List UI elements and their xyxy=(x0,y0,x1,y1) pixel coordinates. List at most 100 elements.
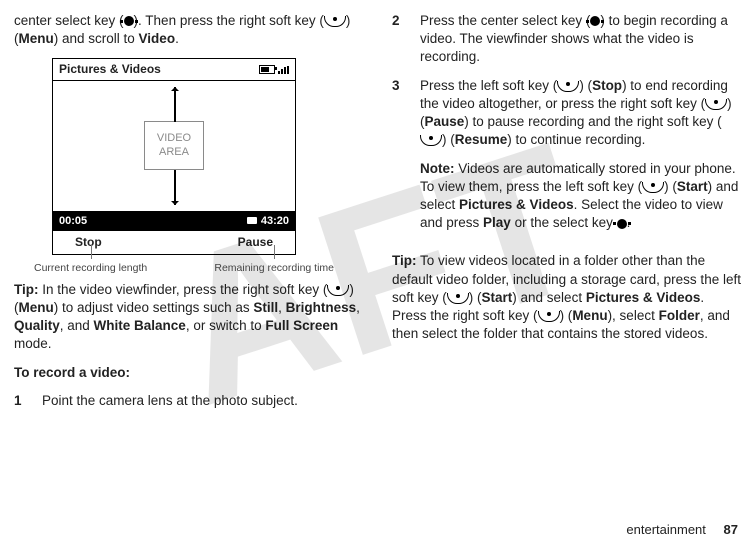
left-soft-key-icon xyxy=(447,293,469,304)
video-area-line1: VIDEO xyxy=(157,132,191,145)
arrow-down-icon xyxy=(174,170,176,205)
fullscreen-label: Full Screen xyxy=(265,318,338,333)
text: ) ( xyxy=(560,308,573,323)
step-3: 3 Press the left soft key () (Stop) to e… xyxy=(392,77,742,243)
right-soft-key-icon xyxy=(538,311,560,322)
text: ) to continue recording. xyxy=(507,132,645,147)
step-number: 3 xyxy=(392,77,406,243)
video-label: Video xyxy=(139,31,176,46)
phone-time-bar: 00:05 43:20 xyxy=(52,212,296,232)
menu-label: Menu xyxy=(19,300,54,315)
pictures-videos-label: Pictures & Videos xyxy=(459,197,574,212)
start-label: Start xyxy=(482,290,513,305)
left-soft-key-icon xyxy=(642,182,664,193)
text: ), select xyxy=(608,308,659,323)
menu-label: Menu xyxy=(19,31,54,46)
text: Press the left soft key ( xyxy=(420,78,557,93)
footer-page-number: 87 xyxy=(724,522,738,537)
resume-label: Resume xyxy=(455,132,508,147)
note-label: Note: xyxy=(420,161,455,176)
phone-title-text: Pictures & Videos xyxy=(59,61,161,77)
brightness-label: Brightness xyxy=(286,300,357,315)
phone-mock: Pictures & Videos VIDEO AREA 00:05 xyxy=(52,58,296,254)
start-label: Start xyxy=(677,179,708,194)
step-body: Point the camera lens at the photo subje… xyxy=(42,392,364,410)
elapsed-time: 00:05 xyxy=(59,214,87,229)
caption-right: Remaining recording time xyxy=(214,261,334,275)
tip-label: Tip: xyxy=(14,282,39,297)
step-2: 2 Press the center select key () to begi… xyxy=(392,12,742,67)
text: Press the center select key ( xyxy=(420,13,590,28)
text: ) ( xyxy=(579,78,592,93)
text: , xyxy=(356,300,360,315)
step-number: 1 xyxy=(14,392,28,410)
signal-icon xyxy=(278,66,289,74)
step-body: Press the left soft key () (Stop) to end… xyxy=(420,77,742,243)
text: ) to adjust video settings such as xyxy=(54,300,254,315)
text: ) and scroll to xyxy=(54,31,139,46)
play-label: Play xyxy=(483,215,511,230)
tip-paragraph: Tip: In the video viewfinder, press the … xyxy=(14,281,364,354)
step-1: 1 Point the camera lens at the photo sub… xyxy=(14,392,364,410)
center-select-key-icon xyxy=(590,16,600,26)
pause-label: Pause xyxy=(425,114,465,129)
arrow-up-icon xyxy=(174,87,176,122)
softkey-right-label: Pause xyxy=(238,234,273,250)
center-select-key-icon xyxy=(124,16,134,26)
text: ) to pause recording and the right soft … xyxy=(464,114,721,129)
text: , and xyxy=(60,318,94,333)
text: ) ( xyxy=(469,290,482,305)
text: , or switch to xyxy=(186,318,266,333)
text: . xyxy=(175,31,179,46)
memory-card-icon xyxy=(247,217,257,224)
video-area-box: VIDEO AREA xyxy=(144,121,204,169)
text: , xyxy=(278,300,286,315)
right-column: 2 Press the center select key () to begi… xyxy=(392,12,742,420)
phone-titlebar: Pictures & Videos xyxy=(52,58,296,79)
stop-label: Stop xyxy=(592,78,622,93)
remaining-wrap: 43:20 xyxy=(247,214,289,229)
step-body: Press the center select key () to begin … xyxy=(420,12,742,67)
right-soft-key-icon xyxy=(327,285,349,296)
left-column: center select key ( ). Then press the rig… xyxy=(14,12,364,420)
text: In the video viewfinder, press the right… xyxy=(39,282,328,297)
tip2-paragraph: Tip: To view videos located in a folder … xyxy=(392,252,742,343)
figure-captions: Current recording length Remaining recor… xyxy=(34,261,334,275)
softkey-left-label: Stop xyxy=(75,234,102,250)
text: ) ( xyxy=(664,179,677,194)
remaining-time: 43:20 xyxy=(261,215,289,227)
record-heading: To record a video: xyxy=(14,364,364,382)
text: ). Then press the right soft key ( xyxy=(134,13,324,28)
footer-section: entertainment xyxy=(626,522,706,537)
text: or the select key xyxy=(511,215,617,230)
pictures-videos-label: Pictures & Videos xyxy=(586,290,701,305)
viewfinder-figure: Pictures & Videos VIDEO AREA 00:05 xyxy=(52,58,364,274)
status-icons xyxy=(259,65,289,74)
step3-note: Note: Videos are automatically stored in… xyxy=(420,160,742,233)
step-number: 2 xyxy=(392,12,406,67)
right-soft-key-icon xyxy=(420,135,442,146)
caption-left: Current recording length xyxy=(34,261,147,275)
video-area-line2: AREA xyxy=(157,146,191,159)
folder-label: Folder xyxy=(659,308,700,323)
whitebalance-label: White Balance xyxy=(94,318,186,333)
page-footer: entertainment 87 xyxy=(626,521,738,539)
battery-icon xyxy=(259,65,275,74)
tip-label: Tip: xyxy=(392,253,417,268)
text: ) and select xyxy=(512,290,586,305)
right-soft-key-icon xyxy=(324,16,346,27)
right-soft-key-icon xyxy=(705,99,727,110)
phone-viewport: VIDEO AREA xyxy=(52,80,296,212)
text: mode. xyxy=(14,336,52,351)
menu-label: Menu xyxy=(572,308,607,323)
quality-label: Quality xyxy=(14,318,60,333)
phone-softkey-bar: Stop Pause xyxy=(52,231,296,254)
step3-main: Press the left soft key () (Stop) to end… xyxy=(420,77,742,150)
still-label: Still xyxy=(253,300,278,315)
left-soft-key-icon xyxy=(557,81,579,92)
intro-paragraph: center select key ( ). Then press the rig… xyxy=(14,12,364,48)
center-select-key-icon xyxy=(617,219,627,229)
text: ) ( xyxy=(442,132,455,147)
content-columns: center select key ( ). Then press the rig… xyxy=(14,12,742,420)
text: center select key ( xyxy=(14,13,124,28)
